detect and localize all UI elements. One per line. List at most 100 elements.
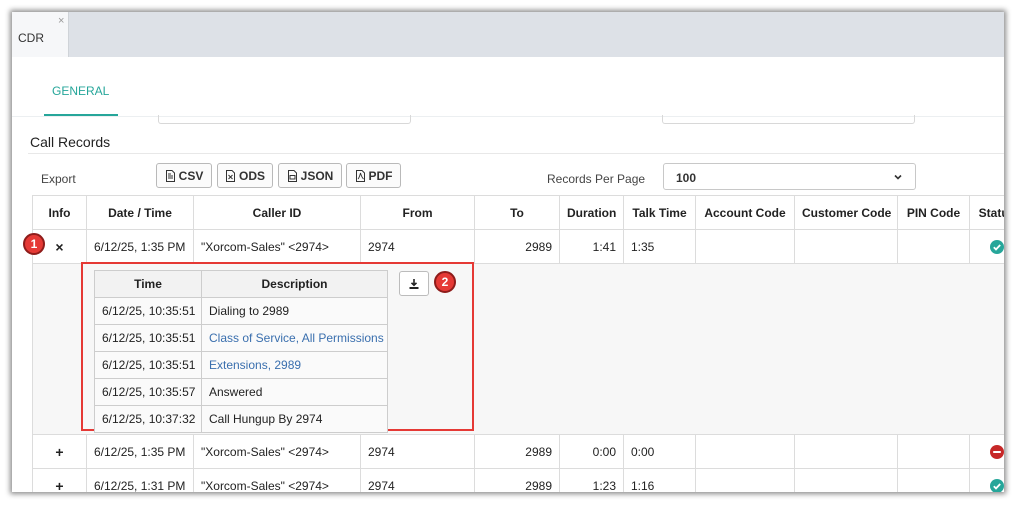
cell-customer-code [794, 468, 898, 492]
table-row: + 6/12/25, 1:35 PM "Xorcom-Sales" <2974>… [32, 434, 1004, 469]
detail-header-time: Time [94, 270, 202, 298]
expand-row-icon[interactable]: + [55, 444, 63, 460]
export-json-button[interactable]: JSON [278, 163, 342, 188]
cell-date-time: 6/12/25, 1:35 PM [86, 229, 194, 264]
cell-status [969, 468, 1004, 492]
detail-time: 6/12/25, 10:35:51 [94, 351, 202, 379]
cell-pin-code [897, 229, 970, 264]
cell-date-time: 6/12/25, 1:31 PM [86, 468, 194, 492]
column-header-customer-code[interactable]: Customer Code [794, 195, 898, 230]
detail-description: Answered [201, 378, 388, 406]
cell-from: 2974 [360, 468, 475, 492]
export-csv-label: CSV [178, 168, 204, 183]
export-pdf-button[interactable]: PDF [346, 163, 401, 188]
cell-pin-code [897, 434, 970, 469]
filter-field-left[interactable] [158, 115, 411, 124]
check-circle-icon [990, 478, 1004, 492]
detail-row: 6/12/25, 10:35:51 Class of Service, All … [94, 324, 388, 352]
column-header-duration[interactable]: Duration [559, 195, 624, 230]
annotation-badge-2: 2 [434, 271, 456, 293]
detail-row: 6/12/25, 10:35:51 Dialing to 2989 [94, 297, 388, 325]
detail-description: Call Hungup By 2974 [201, 405, 388, 433]
column-header-status[interactable]: Status [969, 195, 1004, 230]
document-icon [165, 169, 176, 182]
cell-to: 2989 [474, 229, 560, 264]
cell-from: 2974 [360, 434, 475, 469]
cell-date-time: 6/12/25, 1:35 PM [86, 434, 194, 469]
cell-status [969, 229, 1004, 264]
table-row: + 6/12/25, 1:31 PM "Xorcom-Sales" <2974>… [32, 468, 1004, 493]
table-row: × 6/12/25, 1:35 PM "Xorcom-Sales" <2974>… [32, 229, 1004, 264]
section-title: Call Records [30, 134, 111, 150]
detail-description-link[interactable]: Class of Service, All Permissions [201, 324, 388, 352]
tab-close-icon[interactable]: × [58, 15, 64, 27]
filter-field-right[interactable] [662, 115, 915, 124]
expand-row-icon[interactable]: + [55, 478, 63, 493]
detail-time: 6/12/25, 10:35:51 [94, 297, 202, 325]
cell-caller-id: "Xorcom-Sales" <2974> [193, 468, 361, 492]
detail-header-row: Time Description [94, 270, 388, 298]
cell-account-code [695, 434, 795, 469]
tab-cdr[interactable]: CDR × [12, 12, 69, 57]
detail-header-description: Description [201, 270, 388, 298]
call-detail-table: Time Description 6/12/25, 10:35:51 Diali… [94, 270, 388, 433]
detail-row: 6/12/25, 10:35:51 Extensions, 2989 [94, 351, 388, 379]
chevron-down-icon [893, 171, 903, 185]
cell-to: 2989 [474, 468, 560, 492]
cell-duration: 1:23 [559, 468, 624, 492]
cell-talk-time: 1:16 [623, 468, 696, 492]
cell-to: 2989 [474, 434, 560, 469]
app-window: CDR × GENERAL Call Records Export CSV OD… [12, 12, 1004, 492]
cell-talk-time: 0:00 [623, 434, 696, 469]
detail-description-link[interactable]: Extensions, 2989 [201, 351, 388, 379]
detail-time: 6/12/25, 10:37:32 [94, 405, 202, 433]
cell-caller-id: "Xorcom-Sales" <2974> [193, 434, 361, 469]
column-header-talk-time[interactable]: Talk Time [623, 195, 696, 230]
cell-caller-id: "Xorcom-Sales" <2974> [193, 229, 361, 264]
table-header-row: Info Date / Time Caller ID From To Durat… [32, 195, 1004, 230]
column-header-date-time[interactable]: Date / Time [86, 195, 194, 230]
call-detail-highlight: Time Description 6/12/25, 10:35:51 Diali… [81, 262, 474, 433]
detail-row: 6/12/25, 10:37:32 Call Hungup By 2974 [94, 405, 388, 433]
document-icon [287, 169, 298, 182]
column-header-pin-code[interactable]: PIN Code [897, 195, 970, 230]
column-header-caller-id[interactable]: Caller ID [193, 195, 361, 230]
collapse-row-icon[interactable]: × [55, 239, 63, 255]
column-header-to[interactable]: To [474, 195, 560, 230]
cell-pin-code [897, 468, 970, 492]
cell-account-code [695, 229, 795, 264]
cell-customer-code [794, 229, 898, 264]
download-detail-button[interactable] [399, 271, 429, 296]
tab-general[interactable]: GENERAL [52, 84, 109, 98]
tab-cdr-label: CDR [18, 31, 44, 45]
records-per-page-label: Records Per Page [547, 172, 646, 186]
section-divider [28, 153, 1004, 154]
export-ods-label: ODS [238, 168, 265, 183]
records-per-page-select[interactable]: 100 [663, 163, 916, 190]
document-icon [225, 169, 236, 182]
cell-customer-code [794, 434, 898, 469]
export-ods-button[interactable]: ODS [217, 163, 273, 188]
column-header-account-code[interactable]: Account Code [695, 195, 795, 230]
cell-duration: 1:41 [559, 229, 624, 264]
export-pdf-label: PDF [368, 168, 393, 183]
column-header-from[interactable]: From [360, 195, 475, 230]
cell-from: 2974 [360, 229, 475, 264]
detail-row: 6/12/25, 10:35:57 Answered [94, 378, 388, 406]
column-header-info[interactable]: Info [32, 195, 87, 230]
check-circle-icon [990, 239, 1004, 254]
cell-account-code [695, 468, 795, 492]
cell-status [969, 434, 1004, 469]
export-json-label: JSON [300, 168, 334, 183]
cell-duration: 0:00 [559, 434, 624, 469]
annotation-badge-1: 1 [23, 233, 45, 255]
export-csv-button[interactable]: CSV [156, 163, 212, 188]
tab-bar: CDR × [12, 12, 1004, 57]
download-icon [409, 278, 419, 289]
document-icon [355, 169, 366, 182]
records-per-page-value: 100 [676, 171, 697, 185]
minus-circle-icon [990, 444, 1004, 459]
detail-time: 6/12/25, 10:35:57 [94, 378, 202, 406]
cell-talk-time: 1:35 [623, 229, 696, 264]
export-label: Export [41, 172, 76, 186]
